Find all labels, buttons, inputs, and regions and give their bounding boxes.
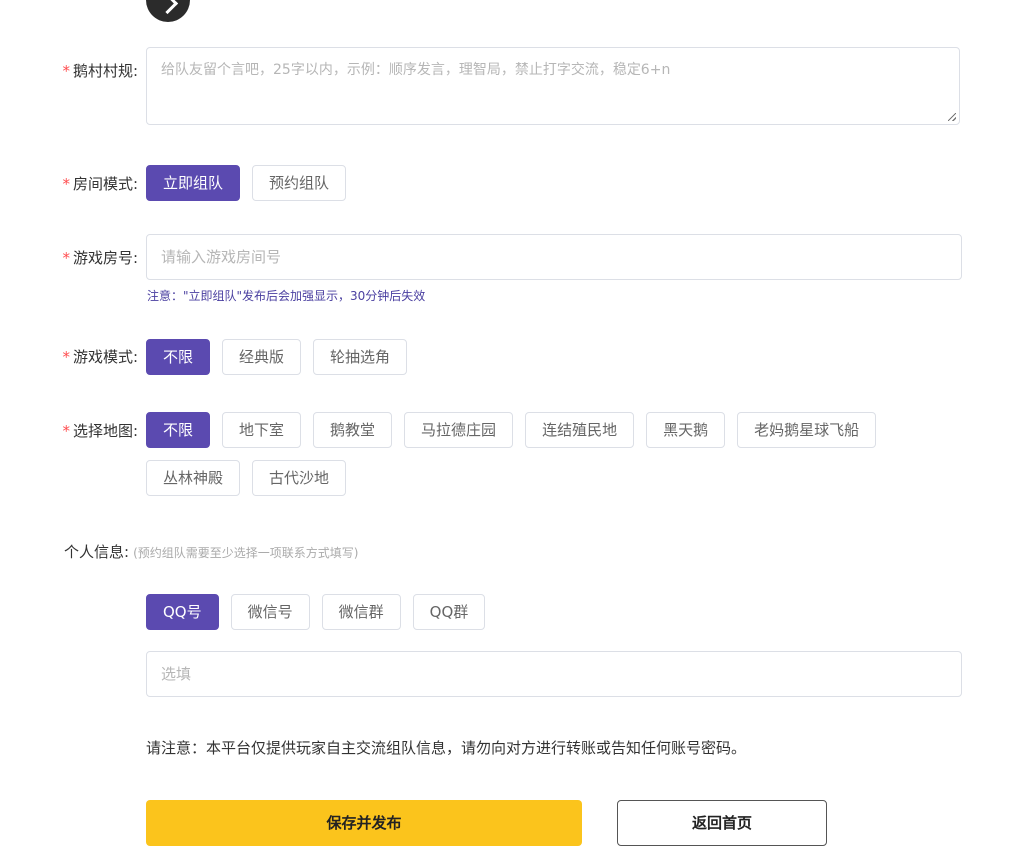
room-mode-label-text: 房间模式:: [72, 175, 138, 193]
contact-wechat-button[interactable]: 微信号: [230, 594, 310, 630]
required-asterisk: *: [62, 62, 70, 80]
map-label: * 选择地图:: [62, 421, 138, 441]
rules-textarea[interactable]: 给队友留个言吧，25字以内，示例：顺序发言，理智局，禁止打字交流，稳定6+n: [146, 47, 960, 125]
back-home-button[interactable]: 返回首页: [617, 800, 827, 846]
rules-label: * 鹅村村规:: [62, 61, 138, 81]
game-mode-any-button[interactable]: 不限: [146, 339, 211, 375]
map-jungle-temple-button[interactable]: 丛林神殿: [146, 460, 241, 496]
game-mode-options: 不限 经典版 轮抽选角: [146, 339, 408, 375]
required-asterisk: *: [62, 175, 70, 193]
map-label-text: 选择地图:: [72, 422, 138, 440]
map-goose-chapel-button[interactable]: 鹅教堂: [313, 412, 393, 448]
resize-grip-icon[interactable]: [948, 113, 956, 121]
required-asterisk: *: [62, 422, 70, 440]
map-mallard-manor-button[interactable]: 马拉德庄园: [404, 412, 514, 448]
contact-wechat-group-button[interactable]: 微信群: [321, 594, 401, 630]
personal-info-label: 个人信息: (预约组队需要至少选择一项联系方式填写): [64, 542, 358, 563]
game-mode-label-text: 游戏模式:: [72, 348, 138, 366]
room-number-note: 注意："立即组队"发布后会加强显示，30分钟后失效: [147, 289, 426, 303]
rules-placeholder: 给队友留个言吧，25字以内，示例：顺序发言，理智局，禁止打字交流，稳定6+n: [161, 62, 671, 78]
contact-qq-button[interactable]: QQ号: [146, 594, 219, 630]
required-asterisk: *: [62, 348, 70, 366]
team-form-page: * 鹅村村规: 给队友留个言吧，25字以内，示例：顺序发言，理智局，禁止打字交流，…: [0, 0, 1024, 867]
personal-info-hint: (预约组队需要至少选择一项联系方式填写): [133, 546, 359, 560]
map-any-button[interactable]: 不限: [146, 412, 211, 448]
rules-label-text: 鹅村村规:: [72, 62, 138, 80]
game-mode-classic-button[interactable]: 经典版: [222, 339, 302, 375]
map-nexus-colony-button[interactable]: 连结殖民地: [525, 412, 635, 448]
map-mothergoose-ship-button[interactable]: 老妈鹅星球飞船: [737, 412, 877, 448]
contact-input[interactable]: 选填: [146, 651, 962, 697]
chevron-icon[interactable]: [146, 0, 190, 22]
save-publish-button[interactable]: 保存并发布: [146, 800, 582, 846]
required-asterisk: *: [62, 249, 70, 267]
personal-info-label-text: 个人信息:: [64, 543, 130, 561]
contact-qq-group-button[interactable]: QQ群: [412, 594, 486, 630]
map-options: 不限 地下室 鹅教堂 马拉德庄园 连结殖民地 黑天鹅 老妈鹅星球飞船 丛林神殿 …: [146, 412, 946, 496]
room-number-label: * 游戏房号:: [62, 248, 138, 268]
room-mode-reserve-button[interactable]: 预约组队: [252, 165, 347, 201]
room-number-input[interactable]: 请输入游戏房间号: [146, 234, 962, 280]
room-mode-instant-button[interactable]: 立即组队: [146, 165, 241, 201]
contact-type-options: QQ号 微信号 微信群 QQ群: [146, 594, 486, 630]
game-mode-label: * 游戏模式:: [62, 347, 138, 367]
room-mode-options: 立即组队 预约组队: [146, 165, 347, 201]
room-mode-label: * 房间模式:: [62, 174, 138, 194]
game-mode-draft-button[interactable]: 轮抽选角: [313, 339, 408, 375]
safety-warning: 请注意：本平台仅提供玩家自主交流组队信息，请勿向对方进行转账或告知任何账号密码。: [146, 739, 747, 757]
map-basement-button[interactable]: 地下室: [222, 412, 302, 448]
map-black-swan-button[interactable]: 黑天鹅: [646, 412, 726, 448]
room-number-label-text: 游戏房号:: [72, 249, 138, 267]
map-ancient-sands-button[interactable]: 古代沙地: [252, 460, 347, 496]
